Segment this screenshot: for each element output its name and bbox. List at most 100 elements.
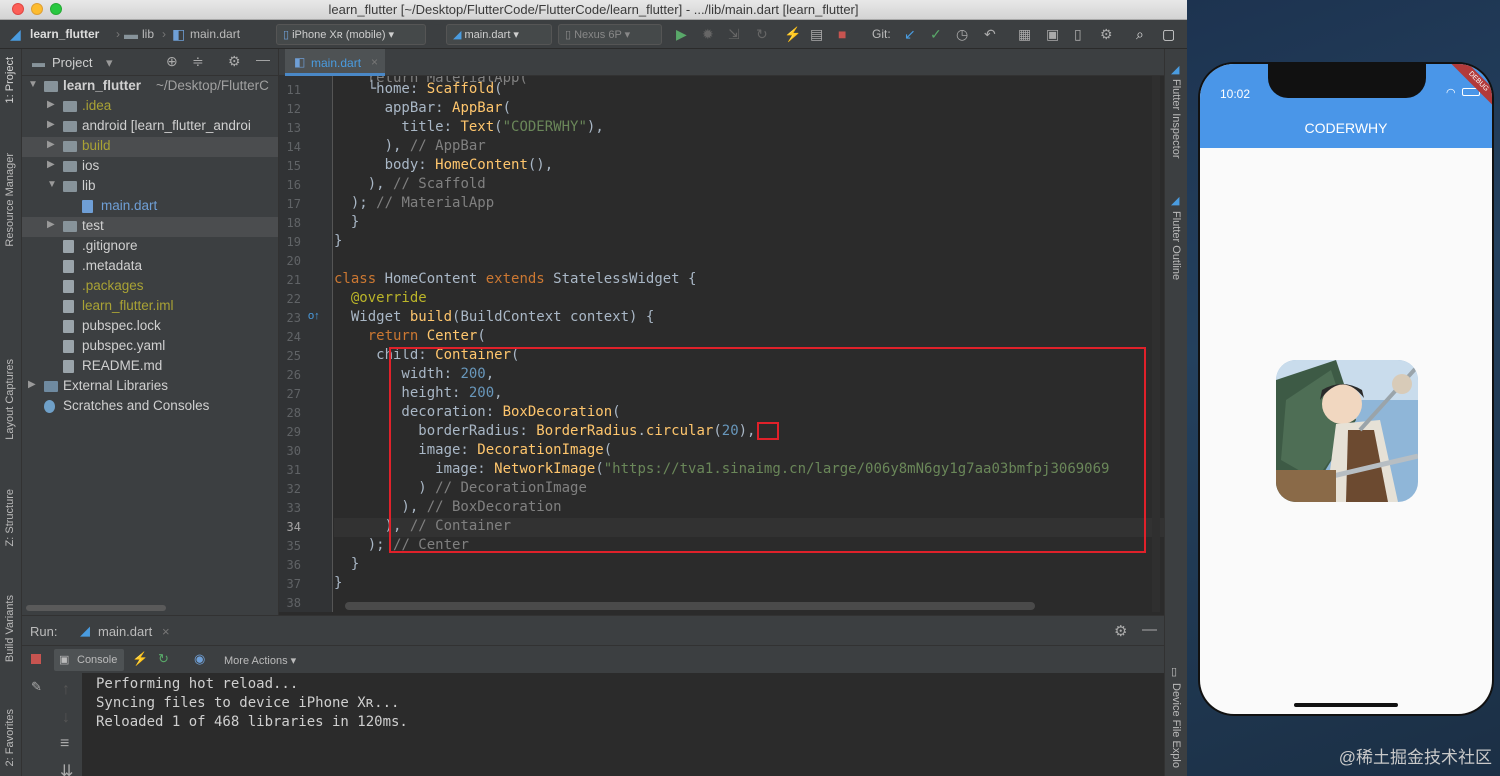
target-icon[interactable]: ⊕ <box>166 53 178 70</box>
build-variants-tab[interactable]: Build Variants <box>4 595 16 662</box>
tree-item-label: pubspec.lock <box>82 318 161 333</box>
profile-icon[interactable]: ↻ <box>756 26 768 43</box>
expand-arrow-icon[interactable]: ▶ <box>47 159 55 170</box>
line-number: 24 <box>286 330 301 344</box>
editor-vertical-scrollbar[interactable] <box>1152 76 1160 612</box>
settings-gear-icon[interactable]: ⚙ <box>228 53 241 70</box>
resource-manager-tab[interactable]: Resource Manager <box>4 153 16 247</box>
sync-icon[interactable]: ⚙ <box>1100 26 1113 43</box>
run-config-selector[interactable]: ◢ main.dart ▾ <box>446 24 552 45</box>
git-update-icon[interactable]: ↙ <box>904 26 916 43</box>
run-settings-icon[interactable]: ⚙ <box>1114 622 1127 640</box>
avd-manager-icon[interactable]: ▯ <box>1074 26 1082 43</box>
flutter-outline-tab[interactable]: Flutter Outline <box>1170 211 1182 280</box>
ide-window: learn_flutter [~/Desktop/FlutterCode/Flu… <box>0 0 1187 776</box>
emulator-selector[interactable]: ▯ Nexus 6P ▾ <box>558 24 662 45</box>
run-panel-header: Run: ◢ main.dart × ⚙ — <box>22 616 1164 645</box>
expand-arrow-icon[interactable]: ▶ <box>47 219 55 230</box>
scroll-up-icon[interactable]: ↑ <box>62 681 70 699</box>
git-commit-icon[interactable]: ✓ <box>930 26 942 43</box>
project-tool-tab[interactable]: 1: Project <box>4 57 16 103</box>
layout-captures-tab[interactable]: Layout Captures <box>4 359 16 440</box>
breadcrumb-lib[interactable]: lib <box>142 27 154 41</box>
tree-scrollbar[interactable] <box>26 605 166 611</box>
collapse-arrow-icon[interactable]: ▼ <box>47 179 57 190</box>
flutter-attach-icon[interactable]: ▤ <box>810 26 823 43</box>
tree-item-file-pubspec-yaml[interactable]: pubspec.yaml <box>22 337 278 357</box>
expand-arrow-icon[interactable]: ▶ <box>47 99 55 110</box>
git-revert-icon[interactable]: ↶ <box>984 26 996 43</box>
hide-run-panel-icon[interactable]: — <box>1142 621 1157 638</box>
title-bar: learn_flutter [~/Desktop/FlutterCode/Flu… <box>0 0 1187 20</box>
project-view-selector[interactable]: Project <box>52 55 92 70</box>
close-tab-icon[interactable]: × <box>371 55 378 69</box>
tree-item-file-readme[interactable]: README.md <box>22 357 278 377</box>
breadcrumb-file[interactable]: main.dart <box>190 27 240 41</box>
tree-item-label: .packages <box>82 278 144 293</box>
highlight-box-small <box>757 422 779 440</box>
tree-root[interactable]: ▼ learn_flutter ~/Desktop/FlutterC <box>22 77 278 97</box>
tree-item-file-metadata[interactable]: .metadata <box>22 257 278 277</box>
tree-item-file-main-dart[interactable]: main.dart <box>22 197 278 217</box>
tree-item-scratches-and-consoles[interactable]: Scratches and Consoles <box>22 397 278 417</box>
folder-icon <box>63 101 77 112</box>
hot-reload-icon[interactable]: ⚡ <box>132 651 148 667</box>
console-output[interactable]: Performing hot reload... Syncing files t… <box>96 676 1156 776</box>
tree-item-file-iml[interactable]: learn_flutter.iml <box>22 297 278 317</box>
stop-run-icon[interactable] <box>31 654 41 664</box>
device-file-explorer-tab[interactable]: Device File Explo <box>1170 683 1182 768</box>
search-icon[interactable]: ⌕ <box>1136 26 1144 43</box>
attach-debugger-icon[interactable]: ⇲ <box>728 26 740 43</box>
console-tab[interactable]: ▣ Console <box>54 649 124 671</box>
open-devtools-icon[interactable]: ◉ <box>194 651 205 667</box>
dart-file-icon: ◧ <box>294 55 306 69</box>
git-history-icon[interactable]: ◷ <box>956 26 968 43</box>
hide-panel-icon[interactable]: — <box>256 51 270 67</box>
tree-item-folder-build[interactable]: ▶ build <box>22 137 278 157</box>
tab-main-dart[interactable]: ◧ main.dart × <box>285 49 385 76</box>
tree-item-file-packages[interactable]: .packages <box>22 277 278 297</box>
line-number: 33 <box>286 501 301 515</box>
override-marker-icon[interactable]: o↑ <box>308 310 320 322</box>
tree-item-folder-idea[interactable]: ▶ .idea <box>22 97 278 117</box>
hot-restart-icon[interactable]: ↻ <box>158 651 169 667</box>
hot-reload-icon[interactable]: ⚡ <box>784 26 801 43</box>
expand-arrow-icon[interactable]: ▶ <box>47 119 55 130</box>
favorites-tab[interactable]: 2: Favorites <box>4 709 16 766</box>
debug-icon[interactable]: ✹ <box>702 26 714 43</box>
sdk-manager-icon[interactable]: ▣ <box>1046 26 1059 43</box>
help-icon[interactable]: ▢ <box>1162 26 1175 43</box>
close-run-tab-icon[interactable]: × <box>162 624 170 639</box>
run-icon[interactable]: ▶ <box>676 26 687 43</box>
scroll-to-end-icon[interactable]: ⇊ <box>60 761 73 776</box>
breadcrumb-project[interactable]: learn_flutter <box>30 27 99 41</box>
tree-item-label: README.md <box>82 358 163 373</box>
tree-item-folder-lib[interactable]: ▼ lib <box>22 177 278 197</box>
tree-item-file-pubspec-lock[interactable]: pubspec.lock <box>22 317 278 337</box>
pin-icon[interactable]: ✎ <box>31 679 42 695</box>
flutter-inspector-tab[interactable]: Flutter Inspector <box>1170 79 1182 158</box>
run-tab-main-dart[interactable]: main.dart <box>98 624 152 639</box>
project-panel-header: ▬ Project ▾ ⊕ ≑ ⚙ — <box>22 49 278 76</box>
home-indicator[interactable] <box>1294 703 1398 707</box>
more-actions-button[interactable]: More Actions ▾ <box>224 654 296 667</box>
collapse-icon[interactable]: ≑ <box>192 53 204 70</box>
line-number: 14 <box>286 140 301 154</box>
tree-item-folder-android[interactable]: ▶ android [learn_flutter_androi <box>22 117 278 137</box>
scroll-down-icon[interactable]: ↓ <box>62 709 70 727</box>
folder-icon <box>63 221 77 232</box>
tree-item-file-gitignore[interactable]: .gitignore <box>22 237 278 257</box>
structure-tab[interactable]: Z: Structure <box>4 489 16 546</box>
phone-screen[interactable]: 10:02 ◠ CODERWHY DEBUG <box>1200 64 1492 714</box>
folder-icon <box>63 121 77 132</box>
tree-item-folder-test[interactable]: ▶ test <box>22 217 278 237</box>
stop-icon[interactable]: ■ <box>838 26 846 42</box>
tree-item-external-libraries[interactable]: ▶ External Libraries <box>22 377 278 397</box>
soft-wrap-icon[interactable]: ≡ <box>60 735 69 753</box>
device-selector[interactable]: ▯ iPhone Xʀ (mobile) ▾ <box>276 24 426 45</box>
tree-item-folder-ios[interactable]: ▶ ios <box>22 157 278 177</box>
editor-horizontal-scrollbar[interactable] <box>345 602 1035 610</box>
expand-arrow-icon[interactable]: ▶ <box>47 139 55 150</box>
project-structure-icon[interactable]: ▦ <box>1018 26 1031 43</box>
expand-arrow-icon[interactable]: ▶ <box>28 379 36 390</box>
